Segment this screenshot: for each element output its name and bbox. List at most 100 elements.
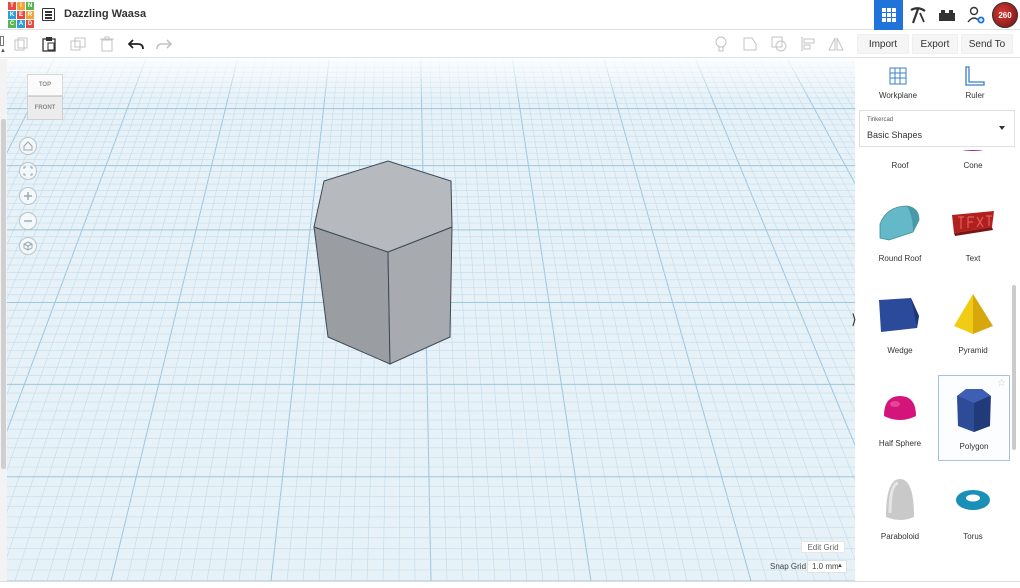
caret-down-icon [999,126,1005,130]
shapes-grid: Roof Cone Round Roof Text Wedge Pyramid … [857,150,1012,581]
invite-user-button[interactable] [961,0,990,30]
left-edge-arrow-icon: ▲ [0,48,6,54]
mirror-icon [828,37,844,51]
paste-button[interactable] [40,35,58,53]
notes-button[interactable] [712,35,730,53]
shape-name: Text [965,254,981,263]
library-provider: Tinkercad [867,117,894,123]
logo-letter: T [8,2,16,10]
solid-hole-button[interactable] [741,35,759,53]
left-scrollbar[interactable] [0,59,7,581]
top-right-controls: 260 [874,0,1020,30]
undo-button[interactable] [127,35,145,53]
align-button[interactable] [799,35,817,53]
3d-design-view-button[interactable] [874,0,903,30]
roof-icon [876,150,924,153]
design-list-icon[interactable] [42,8,55,21]
workplane-icon [889,67,907,85]
cone-icon [949,150,997,153]
group-button[interactable] [770,35,788,53]
shape-cone[interactable]: Cone [938,150,1008,180]
pyramid-icon [949,290,997,338]
redo-button[interactable] [155,35,173,53]
tinkercad-logo[interactable]: TIN KER CAD [8,2,34,28]
mirror-button[interactable] [827,35,845,53]
panel-scrollbar[interactable] [1012,285,1016,450]
user-avatar[interactable]: 260 [990,0,1020,30]
import-button[interactable]: Import [857,34,909,54]
plus-icon [24,192,32,200]
ruler-icon [965,66,985,86]
left-edge-marker [0,36,4,46]
cube-icon [23,241,33,251]
fit-view-button[interactable] [19,162,37,180]
polygon-icon [950,386,998,434]
logo-letter: I [17,2,25,10]
shapes-panel: Workplane Ruler Tinkercad Basic Shapes R… [857,59,1020,581]
logo-letter: D [26,20,34,28]
left-scrollbar-thumb[interactable] [1,119,6,469]
shape-text[interactable]: Text [938,188,1008,273]
ruler-tool[interactable]: Ruler [940,65,1010,105]
blocks-view-button[interactable] [903,0,932,30]
shape-name: Wedge [887,346,913,355]
zoom-in-button[interactable] [19,187,37,205]
shape-pyramid[interactable]: Pyramid [938,280,1008,365]
view-cube-top[interactable]: TOP [27,74,63,96]
shape-roof[interactable]: Roof [865,150,935,180]
delete-button[interactable] [98,35,116,53]
library-name: Basic Shapes [867,130,923,140]
shape-round-roof[interactable]: Round Roof [865,188,935,273]
bricks-view-button[interactable] [932,0,961,30]
duplicate-button[interactable] [69,35,87,53]
polygon-shape[interactable] [307,159,457,369]
brick-icon [938,10,955,21]
minus-icon [24,220,32,222]
caret-up-icon: ▲ [837,563,843,569]
snap-grid-select[interactable]: 1.0 mm ▲ [807,560,847,573]
round-roof-icon [876,198,924,246]
shape-half-sphere[interactable]: Half Sphere [865,373,935,458]
ruler-label: Ruler [965,91,985,100]
shape-paraboloid[interactable]: Paraboloid [865,466,935,551]
logo-letter: N [26,2,34,10]
workplane-viewport[interactable] [7,59,855,581]
design-title[interactable]: Dazzling Waasa [64,8,146,20]
workplane-label: Workplane [878,91,918,100]
view-cube[interactable]: TOP FRONT [27,74,63,120]
favorite-star-icon[interactable]: ☆ [997,378,1006,389]
shape-name: Paraboloid [880,532,920,541]
shape-name: Round Roof [878,254,922,263]
avatar-badge: 260 [992,2,1018,28]
redo-icon [156,39,172,50]
view-cube-front[interactable]: FRONT [27,96,63,120]
tinkercad-editor: TINKERCAD Dazzling Waasa 260 Import Expo… [0,0,1020,588]
export-button[interactable]: Export [912,34,958,54]
shape-name: Pyramid [958,346,988,355]
shape-polygon[interactable]: ☆ Polygon [938,375,1010,461]
perspective-button[interactable] [19,237,37,255]
half-sphere-icon [876,383,924,431]
send-to-button[interactable]: Send To [961,34,1013,54]
home-view-button[interactable] [19,137,37,155]
copy-icon [14,37,28,51]
group-icon [771,36,787,52]
copy-button[interactable] [12,35,30,53]
shape-wedge[interactable]: Wedge [865,280,935,365]
paste-icon [42,37,56,52]
workplane-tool[interactable]: Workplane [863,65,933,105]
fit-icon [23,166,33,176]
chevron-right-icon: ⟩ [851,310,857,327]
shape-torus[interactable]: Torus [938,466,1008,551]
add-user-icon [966,6,984,24]
shape-library-select[interactable]: Tinkercad Basic Shapes [859,110,1015,147]
top-bar: TINKERCAD Dazzling Waasa 260 [0,0,1020,30]
shape-name: Roof [891,161,909,170]
torus-icon [949,476,997,524]
grid-icon [881,8,896,22]
shape-outline-icon [743,37,757,51]
pickaxe-icon [909,7,926,24]
bottom-ruler [0,581,1020,588]
zoom-out-button[interactable] [19,212,37,230]
edit-grid-button[interactable]: Edit Grid [801,541,845,553]
